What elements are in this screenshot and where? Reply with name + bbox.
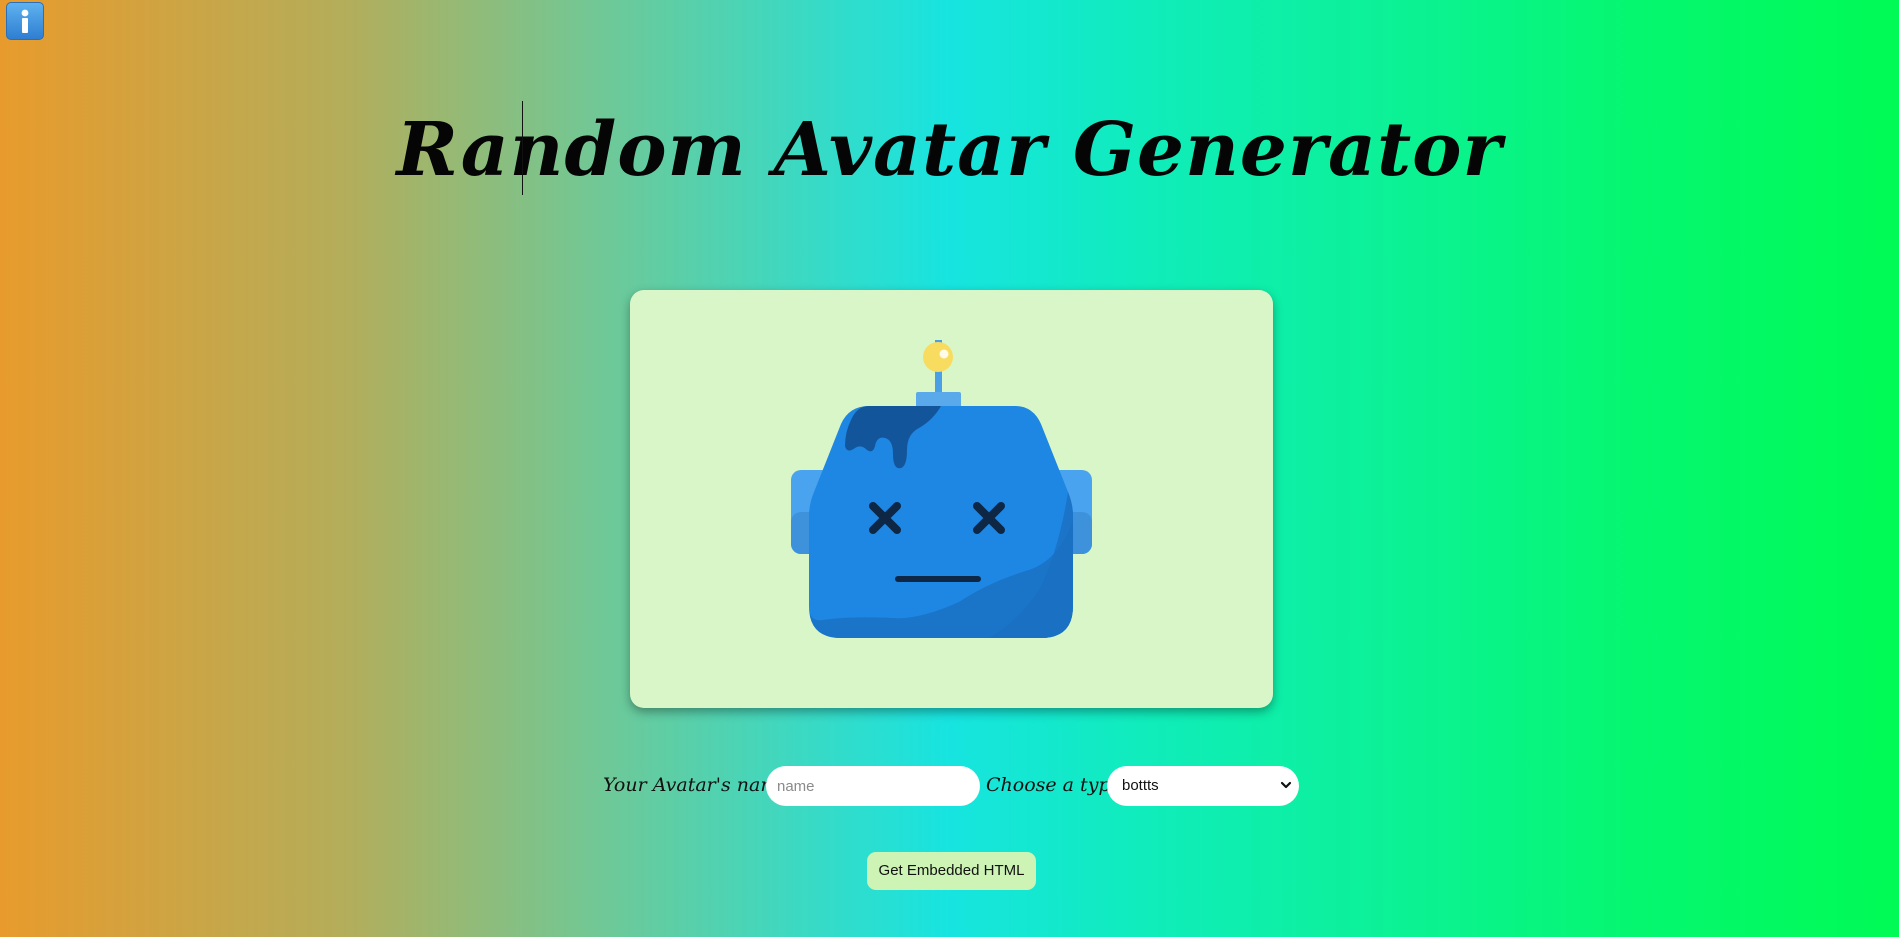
name-label: Your Avatar's name xyxy=(603,774,790,796)
avatar-card xyxy=(630,290,1273,708)
info-icon xyxy=(21,9,29,33)
robot-avatar-image xyxy=(791,340,1092,638)
type-select[interactable]: bottts xyxy=(1107,766,1299,806)
name-input[interactable] xyxy=(766,766,980,806)
mouth xyxy=(895,576,981,582)
get-embedded-html-button[interactable]: Get Embedded HTML xyxy=(867,852,1036,890)
page-title: Random Avatar Generator xyxy=(396,107,1503,193)
chevron-down-icon xyxy=(1280,781,1292,789)
text-cursor xyxy=(522,101,523,195)
type-select-value: bottts xyxy=(1122,777,1159,794)
avatar-form: Your Avatar's name Choose a type: bottts xyxy=(0,766,1899,806)
antenna-base xyxy=(916,392,961,408)
antenna-bulb xyxy=(923,342,953,372)
antenna-highlight xyxy=(939,349,949,359)
info-button[interactable] xyxy=(6,2,44,40)
